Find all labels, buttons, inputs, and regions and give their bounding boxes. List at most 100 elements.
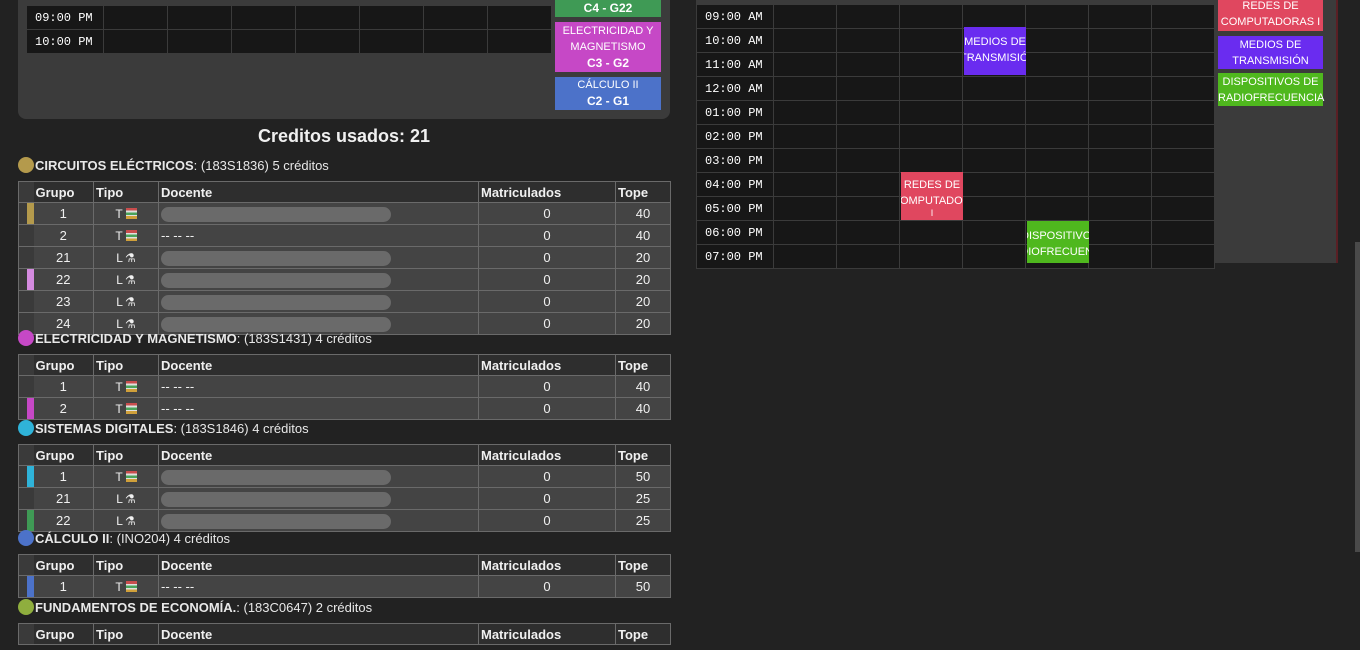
schedule-cell[interactable] <box>231 5 296 30</box>
schedule-cell[interactable] <box>836 148 900 173</box>
table-row[interactable]: 1 T -- -- -- 0 50 <box>18 575 671 598</box>
schedule-cell[interactable] <box>899 148 963 173</box>
header-grupo[interactable]: Grupo <box>33 444 94 466</box>
schedule-cell[interactable] <box>962 172 1026 197</box>
header-tope[interactable]: Tope <box>615 444 671 466</box>
schedule-cell[interactable] <box>1151 28 1215 53</box>
schedule-cell[interactable] <box>1151 100 1215 125</box>
table-row[interactable]: 22 L ⚗ 0 25 <box>18 509 671 532</box>
schedule-cell[interactable] <box>836 28 900 53</box>
schedule-cell[interactable] <box>836 4 900 29</box>
schedule-cell[interactable] <box>836 196 900 221</box>
schedule-cell[interactable] <box>836 220 900 245</box>
schedule-cell[interactable] <box>836 100 900 125</box>
header-grupo[interactable]: Grupo <box>33 554 94 576</box>
schedule-cell[interactable] <box>1025 196 1089 221</box>
schedule-cell[interactable] <box>1025 124 1089 149</box>
schedule-cell[interactable] <box>167 5 232 30</box>
header-docente[interactable]: Docente <box>158 444 479 466</box>
schedule-cell[interactable] <box>962 220 1026 245</box>
schedule-cell[interactable] <box>359 5 424 30</box>
schedule-cell[interactable] <box>1151 220 1215 245</box>
block-redes[interactable]: REDES DE COMPUTADORAS I <box>901 172 963 220</box>
schedule-cell[interactable] <box>231 29 296 54</box>
schedule-cell[interactable] <box>1151 244 1215 269</box>
schedule-cell[interactable] <box>1088 244 1152 269</box>
header-tipo[interactable]: Tipo <box>93 623 159 645</box>
course-header[interactable]: CIRCUITOS ELÉCTRICOS: (183S1836) 5 crédi… <box>18 157 329 173</box>
header-matriculados[interactable]: Matriculados <box>478 444 616 466</box>
schedule-cell[interactable] <box>423 29 488 54</box>
schedule-cell[interactable] <box>295 29 360 54</box>
schedule-cell[interactable] <box>773 172 837 197</box>
schedule-cell[interactable] <box>1025 76 1089 101</box>
table-row[interactable]: 2 T -- -- -- 0 40 <box>18 397 671 420</box>
schedule-cell[interactable] <box>773 52 837 77</box>
schedule-cell[interactable] <box>103 29 168 54</box>
schedule-cell[interactable] <box>1025 172 1089 197</box>
table-row[interactable]: 1 T 0 50 <box>18 465 671 488</box>
header-grupo[interactable]: Grupo <box>33 181 94 203</box>
schedule-cell[interactable] <box>1088 4 1152 29</box>
schedule-cell[interactable] <box>1151 76 1215 101</box>
schedule-cell[interactable] <box>167 29 232 54</box>
side-course-calculo[interactable]: CÁLCULO II C2 - G1 <box>555 77 661 110</box>
header-docente[interactable]: Docente <box>158 554 479 576</box>
header-docente[interactable]: Docente <box>158 354 479 376</box>
schedule-cell[interactable] <box>359 29 424 54</box>
block-dispositivos[interactable]: DISPOSITIVOS RADIOFRECUENCIA <box>1027 221 1089 263</box>
schedule-cell[interactable] <box>836 124 900 149</box>
side-course-electricidad[interactable]: ELECTRICIDAD Y MAGNETISMO C3 - G2 <box>555 22 661 72</box>
schedule-cell[interactable] <box>899 244 963 269</box>
schedule-cell[interactable] <box>1025 52 1089 77</box>
schedule-cell[interactable] <box>1151 196 1215 221</box>
schedule-cell[interactable] <box>1151 172 1215 197</box>
schedule-cell[interactable] <box>1151 4 1215 29</box>
table-row[interactable]: 23 L ⚗ 0 20 <box>18 290 671 313</box>
side-course-redes[interactable]: REDES DE COMPUTADORAS I <box>1218 0 1323 31</box>
schedule-cell[interactable] <box>1151 124 1215 149</box>
block-medios-transmision[interactable]: MEDIOS DE TRANSMISIÓN <box>964 27 1026 75</box>
schedule-cell[interactable] <box>1025 28 1089 53</box>
schedule-cell[interactable] <box>773 220 837 245</box>
schedule-cell[interactable] <box>899 4 963 29</box>
table-row[interactable]: 1 T -- -- -- 0 40 <box>18 375 671 398</box>
schedule-cell[interactable] <box>487 5 552 30</box>
course-header[interactable]: FUNDAMENTOS DE ECONOMÍA.: (183C0647) 2 c… <box>18 599 372 615</box>
schedule-cell[interactable] <box>423 5 488 30</box>
schedule-cell[interactable] <box>1151 148 1215 173</box>
schedule-cell[interactable] <box>836 52 900 77</box>
schedule-cell[interactable] <box>1088 220 1152 245</box>
schedule-cell[interactable] <box>899 76 963 101</box>
schedule-cell[interactable] <box>962 196 1026 221</box>
header-tope[interactable]: Tope <box>615 554 671 576</box>
schedule-cell[interactable] <box>899 220 963 245</box>
header-matriculados[interactable]: Matriculados <box>478 354 616 376</box>
schedule-cell[interactable] <box>773 196 837 221</box>
header-tope[interactable]: Tope <box>615 181 671 203</box>
header-grupo[interactable]: Grupo <box>33 354 94 376</box>
page-scrollbar[interactable] <box>1355 242 1360 552</box>
schedule-cell[interactable] <box>1088 76 1152 101</box>
header-docente[interactable]: Docente <box>158 623 479 645</box>
schedule-cell[interactable] <box>773 148 837 173</box>
schedule-cell[interactable] <box>487 29 552 54</box>
schedule-cell[interactable] <box>1088 148 1152 173</box>
header-tope[interactable]: Tope <box>615 623 671 645</box>
header-docente[interactable]: Docente <box>158 181 479 203</box>
schedule-cell[interactable] <box>899 100 963 125</box>
schedule-cell[interactable] <box>773 4 837 29</box>
schedule-cell[interactable] <box>962 244 1026 269</box>
schedule-cell[interactable] <box>962 76 1026 101</box>
schedule-cell[interactable] <box>1088 172 1152 197</box>
schedule-cell[interactable] <box>899 124 963 149</box>
schedule-cell[interactable] <box>1088 124 1152 149</box>
schedule-cell[interactable] <box>962 100 1026 125</box>
header-tipo[interactable]: Tipo <box>93 444 159 466</box>
side-course-dispositivos[interactable]: DISPOSITIVOS DE RADIOFRECUENCIA <box>1218 73 1324 106</box>
table-row[interactable]: 21 L ⚗ 0 20 <box>18 246 671 269</box>
side-course-c4[interactable]: C4 - G22 <box>555 0 661 17</box>
side-course-medios[interactable]: MEDIOS DE TRANSMISIÓN <box>1218 36 1323 69</box>
schedule-cell[interactable] <box>773 100 837 125</box>
table-row[interactable]: 2 T -- -- -- 0 40 <box>18 224 671 247</box>
